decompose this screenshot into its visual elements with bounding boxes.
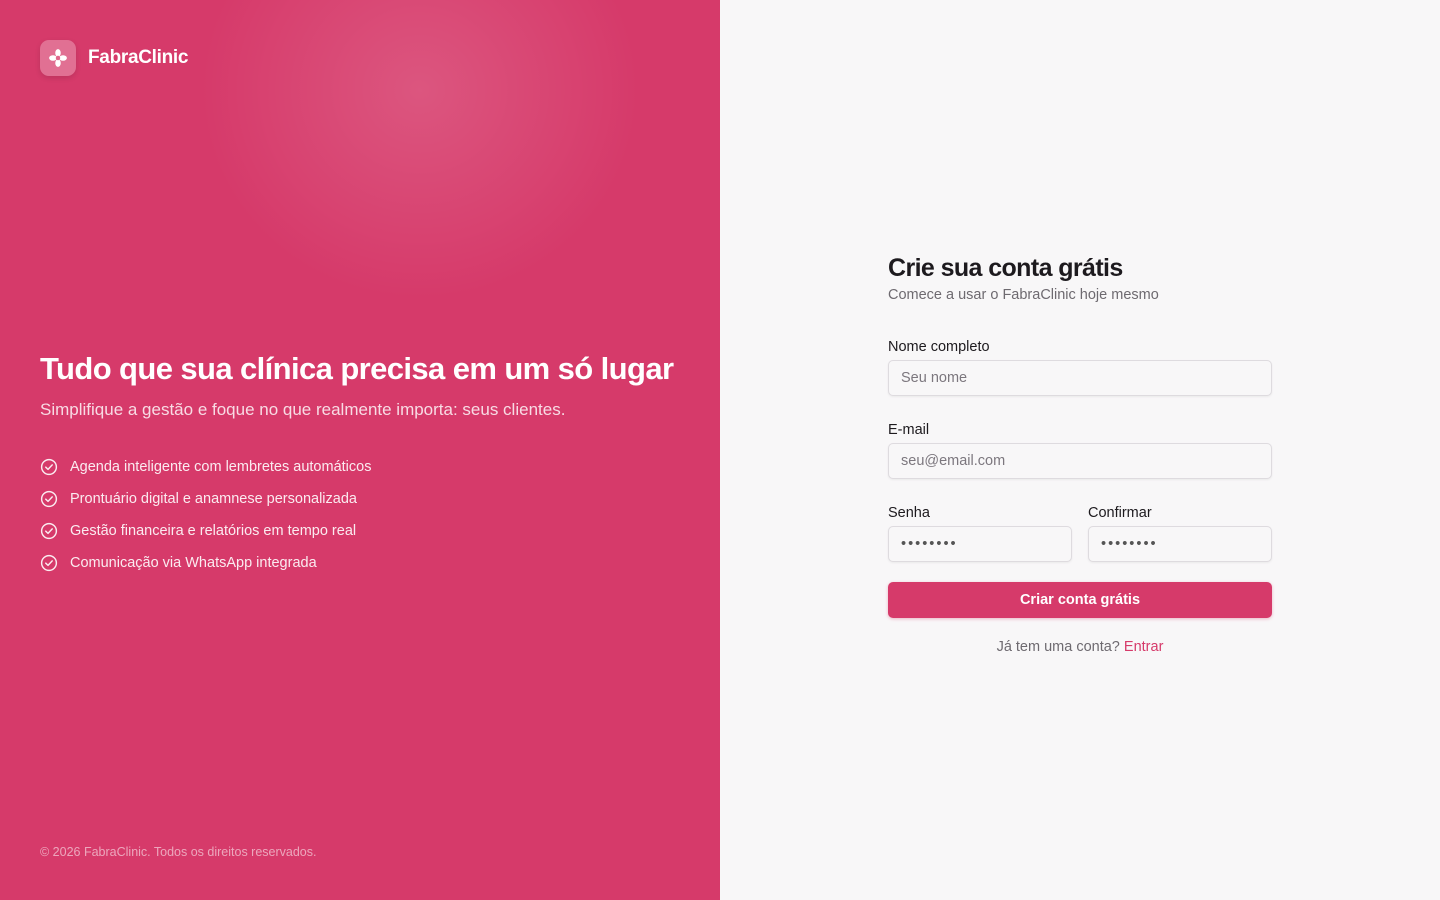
check-circle-icon <box>40 490 58 508</box>
brand-panel: FabraClinic Tudo que sua clínica precisa… <box>0 0 720 900</box>
login-prompt-text: Já tem uma conta? <box>996 639 1120 655</box>
login-prompt: Já tem uma conta? Entrar <box>888 639 1272 655</box>
password-input[interactable] <box>888 526 1072 562</box>
login-link[interactable]: Entrar <box>1124 639 1164 655</box>
signup-panel: Crie sua conta grátis Comece a usar o Fa… <box>720 0 1440 900</box>
email-input[interactable] <box>888 443 1272 479</box>
email-label: E-mail <box>888 422 930 438</box>
brand-logo: FabraClinic <box>40 40 188 76</box>
form-subtitle: Comece a usar o FabraClinic hoje mesmo <box>888 287 1159 303</box>
feature-item: Gestão financeira e relatórios em tempo … <box>40 515 700 547</box>
password-row: Senha Confirmar <box>888 505 1272 562</box>
confirm-password-input[interactable] <box>1088 526 1272 562</box>
check-circle-icon <box>40 458 58 476</box>
check-circle-icon <box>40 554 58 572</box>
form-title: Crie sua conta grátis <box>888 254 1123 282</box>
create-account-button[interactable]: Criar conta grátis <box>888 582 1272 618</box>
feature-text: Prontuário digital e anamnese personaliz… <box>70 491 357 507</box>
signup-page: FabraClinic Tudo que sua clínica precisa… <box>0 0 1440 900</box>
feature-text: Agenda inteligente com lembretes automát… <box>70 459 372 475</box>
feature-item: Agenda inteligente com lembretes automát… <box>40 451 700 483</box>
confirm-field-group: Confirmar <box>1088 505 1272 562</box>
flower-icon <box>40 40 76 76</box>
feature-text: Gestão financeira e relatórios em tempo … <box>70 523 357 539</box>
feature-item: Prontuário digital e anamnese personaliz… <box>40 483 700 515</box>
name-input[interactable] <box>888 360 1272 396</box>
feature-text: Comunicação via WhatsApp integrada <box>70 555 317 571</box>
password-field-group: Senha <box>888 505 1072 562</box>
password-label: Senha <box>888 505 930 521</box>
name-label: Nome completo <box>888 339 990 355</box>
feature-item: Comunicação via WhatsApp integrada <box>40 547 700 579</box>
signup-form: Crie sua conta grátis Comece a usar o Fa… <box>888 253 1272 655</box>
hero-section: Tudo que sua clínica precisa em um só lu… <box>40 350 700 579</box>
feature-list: Agenda inteligente com lembretes automát… <box>40 451 700 579</box>
brand-name: FabraClinic <box>88 47 189 68</box>
hero-title: Tudo que sua clínica precisa em um só lu… <box>40 351 674 386</box>
name-field-group: Nome completo <box>888 339 1272 396</box>
email-field-group: E-mail <box>888 422 1272 479</box>
check-circle-icon <box>40 522 58 540</box>
hero-subtitle: Simplifique a gestão e foque no que real… <box>40 400 566 419</box>
copyright-text: © 2026 FabraClinic. Todos os direitos re… <box>40 845 317 859</box>
confirm-label: Confirmar <box>1088 505 1152 521</box>
